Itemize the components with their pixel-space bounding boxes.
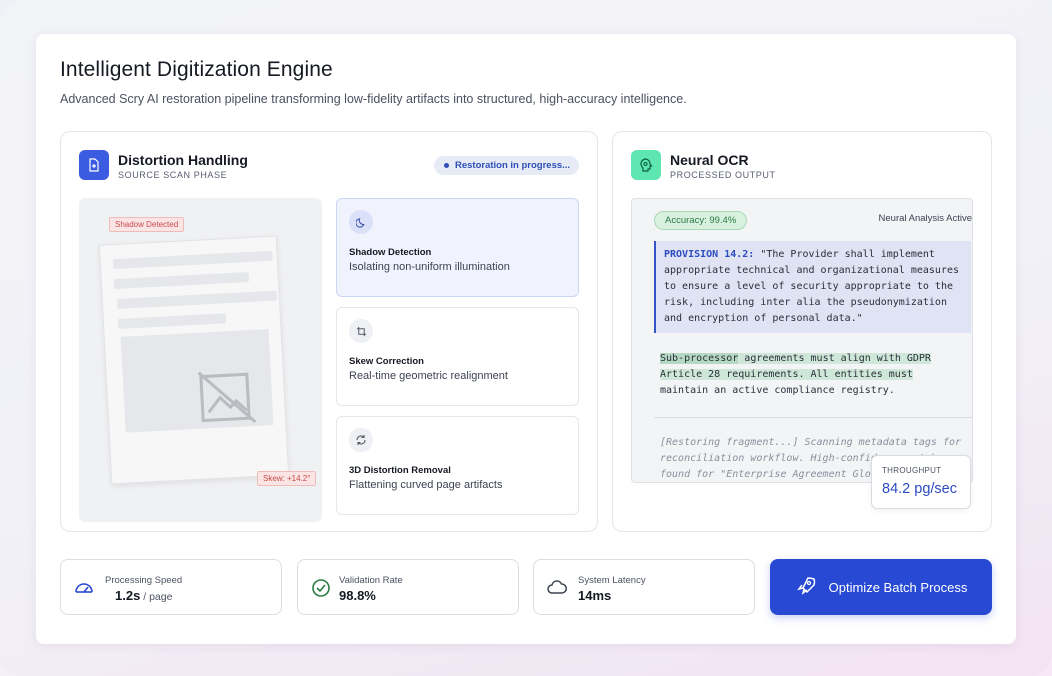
- throughput-value: 84.2 pg/sec: [882, 481, 957, 497]
- distortion-title: Distortion Handling: [118, 152, 248, 168]
- metric-value: 1.2s / page: [115, 588, 172, 603]
- subprocessor-block: Sub-processor agreements must align with…: [660, 351, 970, 399]
- cloud-icon: [546, 577, 568, 599]
- check-circle-icon: [310, 577, 332, 599]
- crop-icon: [349, 319, 373, 343]
- text-line: found for "Enterprise Agreement Global": [660, 469, 895, 480]
- ocr-subtitle: PROCESSED OUTPUT: [670, 170, 776, 180]
- throughput-card: THROUGHPUT 84.2 pg/sec: [871, 455, 971, 509]
- rocket-icon: [795, 575, 817, 600]
- ocr-panel: Neural OCR PROCESSED OUTPUT Accuracy: 99…: [612, 131, 992, 532]
- ocr-title: Neural OCR: [670, 152, 749, 168]
- source-scan-preview: Shadow Detected Skew: +14.2°: [79, 198, 322, 522]
- provision-line: to ensure a level of security appropriat…: [664, 281, 953, 292]
- main-card: Intelligent Digitization Engine Advanced…: [36, 34, 1016, 644]
- metric-label: System Latency: [578, 575, 646, 586]
- step-title: Shadow Detection: [349, 247, 432, 258]
- metric-unit: / page: [140, 591, 173, 603]
- provision-line: and encryption of personal data.": [664, 313, 863, 324]
- provision-label: PROVISION 14.2:: [664, 249, 755, 260]
- text-line: [Restoring fragment...] Scanning metadat…: [660, 437, 962, 448]
- highlighted-term: Sub-processor: [660, 353, 739, 364]
- provision-block: PROVISION 14.2: "The Provider shall impl…: [654, 241, 971, 333]
- provision-line: risk, including inter alia the pseudonym…: [664, 297, 947, 308]
- page-subtitle: Advanced Scry AI restoration pipeline tr…: [60, 92, 687, 106]
- step-title: Skew Correction: [349, 356, 424, 367]
- skew-tag: Skew: +14.2°: [257, 471, 317, 486]
- refresh-icon: [349, 428, 373, 452]
- optimize-batch-button[interactable]: Optimize Batch Process: [770, 559, 992, 615]
- status-badge: Restoration in progress...: [434, 156, 580, 175]
- metric-processing-speed: Processing Speed 1.2s / page: [60, 559, 282, 615]
- metric-number: 1.2s: [115, 588, 141, 603]
- page-title: Intelligent Digitization Engine: [60, 58, 333, 81]
- distortion-subtitle: SOURCE SCAN PHASE: [118, 170, 228, 180]
- accuracy-badge: Accuracy: 99.4%: [654, 211, 748, 230]
- step-desc: Real-time geometric realignment: [349, 370, 508, 382]
- text-line: agreements must align with GDPR: [738, 353, 931, 364]
- provision-line: "The Provider shall implement: [754, 249, 935, 260]
- metric-validation-rate: Validation Rate 98.8%: [297, 559, 519, 615]
- provision-line: appropriate technical and organizational…: [664, 265, 960, 276]
- analysis-status: Neural Analysis Active: [878, 213, 972, 224]
- text-line: Article 28 requirements. All entities mu…: [660, 369, 913, 380]
- metric-system-latency: System Latency 14ms: [533, 559, 755, 615]
- metric-value: 14ms: [578, 588, 612, 603]
- step-skew-correction[interactable]: Skew Correction Real-time geometric real…: [336, 307, 579, 406]
- step-3d-distortion-removal[interactable]: 3D Distortion Removal Flattening curved …: [336, 416, 579, 515]
- ocr-output: Accuracy: 99.4% Neural Analysis Active P…: [631, 198, 973, 483]
- step-desc: Isolating non-uniform illumination: [349, 261, 510, 273]
- optimize-batch-label: Optimize Batch Process: [828, 579, 968, 595]
- scanned-page: [98, 235, 290, 485]
- moon-icon: [349, 210, 373, 234]
- text-line: maintain an active compliance registry.: [660, 385, 895, 396]
- image-off-icon: [197, 368, 260, 432]
- metric-value: 98.8%: [339, 588, 376, 603]
- step-desc: Flattening curved page artifacts: [349, 479, 503, 491]
- distortion-panel: Distortion Handling SOURCE SCAN PHASE Re…: [60, 131, 598, 532]
- brain-icon: [631, 150, 661, 180]
- metric-label: Processing Speed: [105, 575, 183, 586]
- step-shadow-detection[interactable]: Shadow Detection Isolating non-uniform i…: [336, 198, 579, 297]
- throughput-label: THROUGHPUT: [882, 466, 942, 475]
- step-title: 3D Distortion Removal: [349, 465, 451, 476]
- speedometer-icon: [73, 577, 95, 599]
- shadow-detected-tag: Shadow Detected: [109, 217, 185, 232]
- divider: [654, 417, 972, 418]
- metric-label: Validation Rate: [339, 575, 403, 586]
- document-plus-icon: [79, 150, 109, 180]
